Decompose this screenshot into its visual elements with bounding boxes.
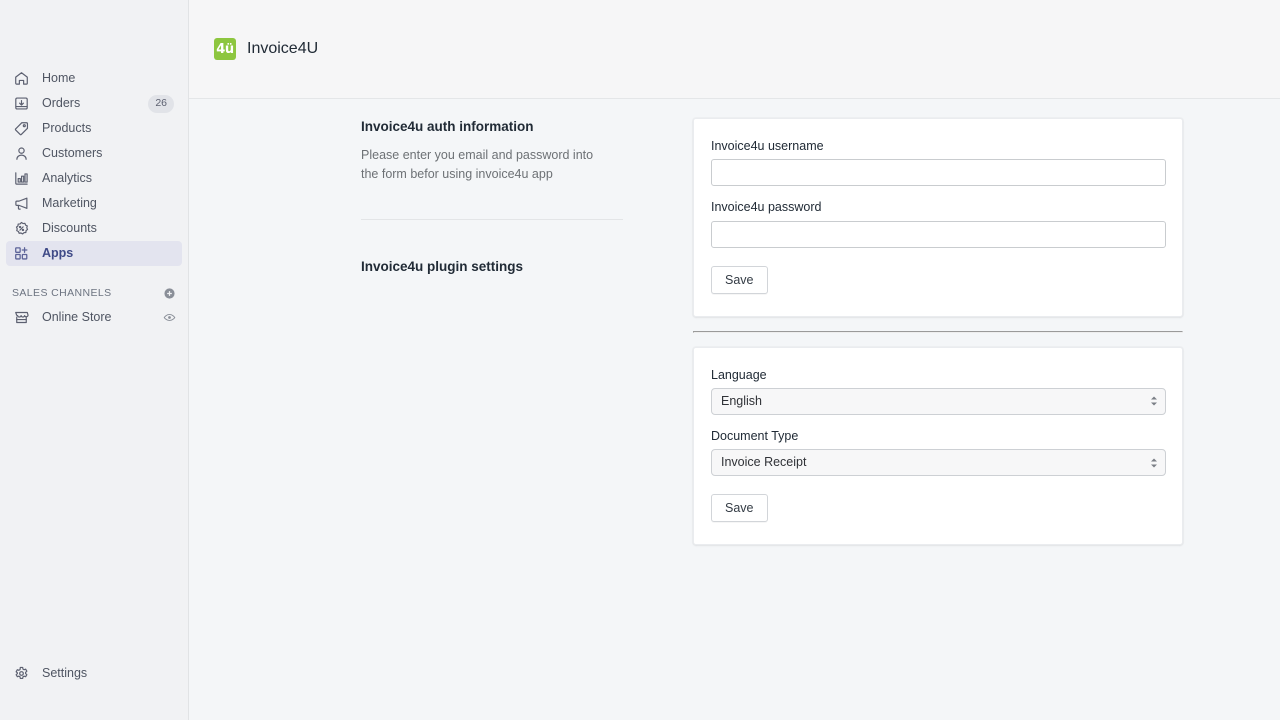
customers-icon — [12, 145, 30, 163]
sidebar-item-label: Apps — [42, 247, 176, 261]
sidebar-item-apps[interactable]: Apps — [6, 241, 182, 266]
sidebar-item-label: Settings — [42, 667, 176, 681]
card-gap-bottom — [693, 333, 1183, 347]
sidebar-item-discounts[interactable]: Discounts — [6, 216, 182, 241]
sidebar-nav-list: Home Orders 26 — [0, 66, 188, 266]
sidebar-item-label: Products — [42, 122, 176, 136]
sidebar: Home Orders 26 — [0, 0, 189, 720]
document-type-field-group: Document Type Invoice Receipt — [711, 428, 1166, 476]
auth-card: Invoice4u username Invoice4u password Sa… — [693, 118, 1183, 317]
settings-save-button[interactable]: Save — [711, 494, 768, 522]
orders-icon — [12, 95, 30, 113]
plugin-settings-card: Language English Document — [693, 347, 1183, 546]
sidebar-item-orders[interactable]: Orders 26 — [6, 91, 182, 116]
sidebar-footer: Settings — [0, 661, 188, 720]
logo-mark: 4ü — [216, 43, 234, 56]
password-input[interactable] — [711, 221, 1166, 248]
username-field-group: Invoice4u username — [711, 138, 1166, 186]
sales-channels-list: Online Store — [0, 305, 188, 330]
marketing-icon — [12, 195, 30, 213]
username-input[interactable] — [711, 159, 1166, 186]
plugin-section-block: Invoice4u plugin settings — [361, 258, 603, 276]
password-field-group: Invoice4u password — [711, 199, 1166, 247]
sidebar-item-home[interactable]: Home — [6, 66, 182, 91]
sidebar-item-label: Customers — [42, 147, 176, 161]
plugin-section-title: Invoice4u plugin settings — [361, 258, 603, 276]
sidebar-item-label: Home — [42, 72, 176, 86]
language-select-wrap: English — [711, 388, 1166, 415]
app-header: 4ü Invoice4U — [189, 0, 1280, 99]
description-column: Invoice4u auth information Please enter … — [361, 118, 623, 286]
sidebar-item-settings[interactable]: Settings — [6, 661, 182, 686]
eye-icon[interactable] — [163, 311, 176, 324]
document-type-select[interactable]: Invoice Receipt — [711, 449, 1166, 476]
language-select[interactable]: English — [711, 388, 1166, 415]
circle-plus-icon[interactable] — [163, 287, 176, 300]
app-root: Home Orders 26 — [0, 0, 1280, 720]
settings-grid: Invoice4u auth information Please enter … — [189, 118, 1280, 545]
sidebar-item-label: Online Store — [42, 311, 163, 325]
products-icon — [12, 120, 30, 138]
sidebar-item-label: Analytics — [42, 172, 176, 186]
sidebar-item-analytics[interactable]: Analytics — [6, 166, 182, 191]
document-type-label: Document Type — [711, 428, 1166, 444]
page-title: Invoice4U — [247, 40, 318, 58]
discounts-icon — [12, 220, 30, 238]
forms-column: Invoice4u username Invoice4u password Sa… — [693, 118, 1183, 545]
store-icon — [12, 309, 30, 327]
invoice4u-logo-icon: 4ü — [214, 38, 236, 60]
sidebar-item-label: Marketing — [42, 197, 176, 211]
language-field-group: Language English — [711, 367, 1166, 415]
main-content: 4ü Invoice4U Invoice4u auth information … — [189, 0, 1280, 720]
gear-icon — [12, 665, 30, 683]
sidebar-spacer — [0, 266, 188, 281]
auth-section-description: Please enter you email and password into… — [361, 146, 603, 185]
language-label: Language — [711, 367, 1166, 383]
sidebar-item-label: Discounts — [42, 222, 176, 236]
card-gap-top — [693, 317, 1183, 331]
left-column-divider — [361, 219, 623, 220]
sales-channels-heading: SALES CHANNELS — [12, 287, 163, 299]
username-label: Invoice4u username — [711, 138, 1166, 154]
home-icon — [12, 70, 30, 88]
sales-channels-header: SALES CHANNELS — [0, 281, 188, 305]
sidebar-item-online-store[interactable]: Online Store — [6, 305, 182, 330]
apps-icon — [12, 245, 30, 263]
document-type-select-wrap: Invoice Receipt — [711, 449, 1166, 476]
auth-save-button[interactable]: Save — [711, 266, 768, 294]
sidebar-item-products[interactable]: Products — [6, 116, 182, 141]
sidebar-item-label: Orders — [42, 97, 148, 111]
orders-count-badge: 26 — [148, 95, 174, 113]
analytics-icon — [12, 170, 30, 188]
sidebar-item-customers[interactable]: Customers — [6, 141, 182, 166]
settings-content: Invoice4u auth information Please enter … — [189, 99, 1280, 545]
password-label: Invoice4u password — [711, 199, 1166, 215]
sidebar-item-marketing[interactable]: Marketing — [6, 191, 182, 216]
auth-section-title: Invoice4u auth information — [361, 118, 603, 136]
